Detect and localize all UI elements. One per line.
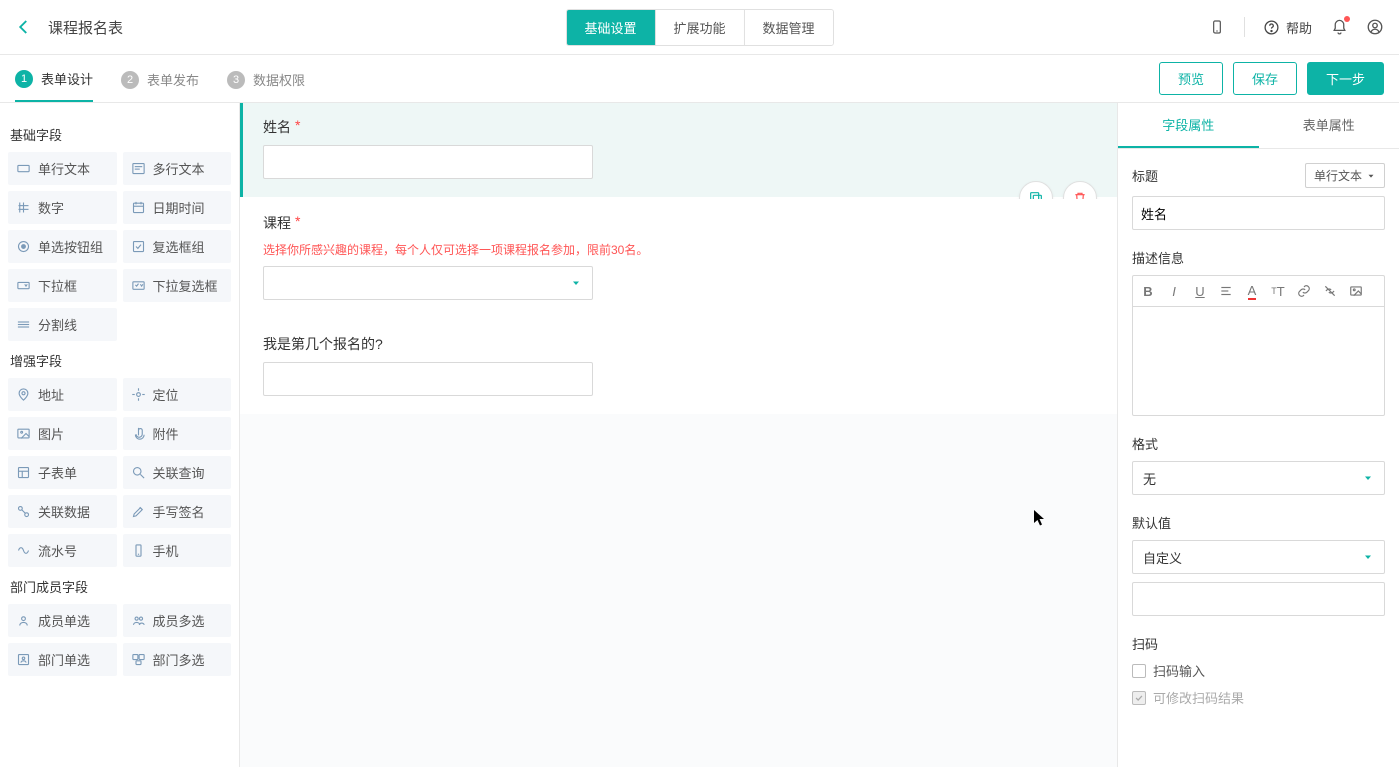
field-description: 选择你所感兴趣的课程，每个人仅可选择一项课程报名参加，限前30名。 <box>263 241 1097 258</box>
group-enhanced-title: 增强字段 <box>10 351 231 370</box>
checkbox-icon <box>1132 664 1146 678</box>
tab-field-props[interactable]: 字段属性 <box>1118 103 1259 148</box>
image-icon[interactable] <box>1347 282 1365 300</box>
notifications-icon[interactable] <box>1330 18 1348 36</box>
form-field-name[interactable]: 姓名* <box>240 103 1117 197</box>
field-serial[interactable]: 流水号 <box>8 534 117 567</box>
tab-basic-settings[interactable]: 基础设置 <box>566 10 655 45</box>
fontsize-icon[interactable]: TT <box>1269 282 1287 300</box>
field-multiselect[interactable]: 下拉复选框 <box>123 269 232 302</box>
field-image[interactable]: 图片 <box>8 417 117 450</box>
select-course[interactable] <box>263 266 593 300</box>
group-dept-title: 部门成员字段 <box>10 577 231 596</box>
scan-input-checkbox[interactable]: 扫码输入 <box>1132 661 1385 680</box>
title-input[interactable] <box>1132 196 1385 230</box>
field-palette: 基础字段 单行文本 多行文本 数字 日期时间 单选按钮组 复选框组 下拉框 下拉… <box>0 103 240 767</box>
input-order[interactable] <box>263 362 593 396</box>
field-dept-single[interactable]: 部门单选 <box>8 643 117 676</box>
next-button[interactable]: 下一步 <box>1307 62 1384 95</box>
field-attachment[interactable]: 附件 <box>123 417 232 450</box>
prop-title-label: 标题 <box>1132 166 1158 185</box>
prop-format-label: 格式 <box>1132 434 1158 453</box>
properties-panel: 字段属性 表单属性 标题 单行文本 描述信息 B I U <box>1117 103 1399 767</box>
save-button[interactable]: 保存 <box>1233 62 1297 95</box>
field-address[interactable]: 地址 <box>8 378 117 411</box>
chevron-down-icon <box>570 277 582 289</box>
form-canvas[interactable]: 姓名* 课程* 选择你所感兴趣的课程，每个人仅可选择一项课程报名参加，限前30名… <box>240 103 1117 767</box>
default-select[interactable]: 自定义 <box>1132 540 1385 574</box>
step-data-permission[interactable]: 3 数据权限 <box>227 69 305 102</box>
field-number[interactable]: 数字 <box>8 191 117 224</box>
divider <box>1244 17 1245 37</box>
cursor-icon <box>1034 510 1046 526</box>
help-link[interactable]: 帮助 <box>1263 18 1312 37</box>
mobile-preview-icon[interactable] <box>1208 18 1226 36</box>
field-radio-group[interactable]: 单选按钮组 <box>8 230 117 263</box>
default-value-input[interactable] <box>1132 582 1385 616</box>
field-signature[interactable]: 手写签名 <box>123 495 232 528</box>
prop-scan-label: 扫码 <box>1132 634 1158 653</box>
back-button[interactable] <box>15 18 33 36</box>
prop-default-label: 默认值 <box>1132 513 1171 532</box>
rte-toolbar: B I U A TT <box>1132 275 1385 306</box>
group-basic-title: 基础字段 <box>10 125 231 144</box>
form-field-order[interactable]: 我是第几个报名的? <box>240 320 1117 414</box>
bold-icon[interactable]: B <box>1139 282 1157 300</box>
field-phone[interactable]: 手机 <box>123 534 232 567</box>
field-subform[interactable]: 子表单 <box>8 456 117 489</box>
field-member-multi[interactable]: 成员多选 <box>123 604 232 637</box>
description-editor[interactable] <box>1132 306 1385 416</box>
checkbox-icon <box>1132 691 1146 705</box>
field-select[interactable]: 下拉框 <box>8 269 117 302</box>
field-type-selector[interactable]: 单行文本 <box>1305 163 1385 188</box>
step-form-design[interactable]: 1 表单设计 <box>15 69 93 102</box>
top-tabs: 基础设置 扩展功能 数据管理 <box>565 9 833 46</box>
unlink-icon[interactable] <box>1321 282 1339 300</box>
notification-dot <box>1344 16 1350 22</box>
step-form-publish[interactable]: 2 表单发布 <box>121 69 199 102</box>
tab-form-props[interactable]: 表单属性 <box>1259 103 1399 148</box>
user-avatar-icon[interactable] <box>1366 18 1384 36</box>
color-icon[interactable]: A <box>1243 282 1261 300</box>
chevron-down-icon <box>1362 472 1374 484</box>
prop-desc-label: 描述信息 <box>1132 248 1184 267</box>
chevron-down-icon <box>1362 551 1374 563</box>
align-icon[interactable] <box>1217 282 1235 300</box>
field-datetime[interactable]: 日期时间 <box>123 191 232 224</box>
underline-icon[interactable]: U <box>1191 282 1209 300</box>
field-member-single[interactable]: 成员单选 <box>8 604 117 637</box>
field-checkbox-group[interactable]: 复选框组 <box>123 230 232 263</box>
required-mark: * <box>295 117 300 137</box>
field-divider[interactable]: 分割线 <box>8 308 117 341</box>
italic-icon[interactable]: I <box>1165 282 1183 300</box>
tab-data-mgmt[interactable]: 数据管理 <box>745 10 833 45</box>
input-name[interactable] <box>263 145 593 179</box>
page-title: 课程报名表 <box>48 17 123 38</box>
field-multi-text[interactable]: 多行文本 <box>123 152 232 185</box>
required-mark: * <box>295 213 300 233</box>
tab-extended[interactable]: 扩展功能 <box>655 10 744 45</box>
field-dept-multi[interactable]: 部门多选 <box>123 643 232 676</box>
form-field-course[interactable]: 课程* 选择你所感兴趣的课程，每个人仅可选择一项课程报名参加，限前30名。 <box>240 199 1117 318</box>
link-icon[interactable] <box>1295 282 1313 300</box>
field-relation-data[interactable]: 关联数据 <box>8 495 117 528</box>
field-single-text[interactable]: 单行文本 <box>8 152 117 185</box>
field-location[interactable]: 定位 <box>123 378 232 411</box>
chevron-down-icon <box>1366 171 1376 181</box>
format-select[interactable]: 无 <box>1132 461 1385 495</box>
field-relation-query[interactable]: 关联查询 <box>123 456 232 489</box>
scan-editable-checkbox: 可修改扫码结果 <box>1132 688 1385 707</box>
help-label: 帮助 <box>1286 18 1312 37</box>
preview-button[interactable]: 预览 <box>1159 62 1223 95</box>
